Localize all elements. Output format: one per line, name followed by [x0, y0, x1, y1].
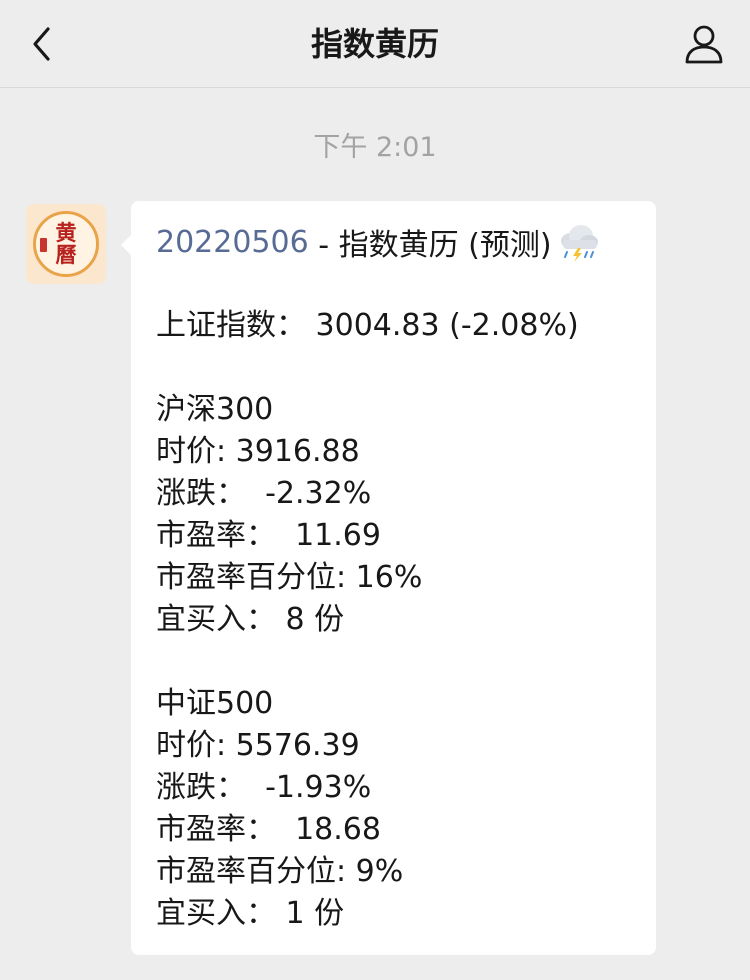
- message-title: - 指数黄历 (预测): [308, 228, 552, 263]
- csi500-price: 时价: 5576.39: [156, 728, 360, 763]
- person-icon: [685, 25, 723, 64]
- sender-avatar[interactable]: 黄 曆: [26, 204, 106, 284]
- chat-screen: 指数黄历 下午 2:01 黄 曆 20220506 - 指数黄历 (预测) 上证…: [0, 0, 750, 980]
- hs300-buy: 宜买入： 8 份: [156, 602, 345, 637]
- avatar-char-top: 黄: [55, 220, 77, 245]
- hs300-pe-percentile: 市盈率百分位: 16%: [156, 560, 423, 595]
- csi500-buy: 宜买入： 1 份: [156, 896, 345, 931]
- avatar-char-bottom: 曆: [55, 242, 77, 267]
- seal-mark: [40, 238, 47, 252]
- message-header: 20220506 - 指数黄历 (预测): [156, 221, 634, 263]
- csi500-change: 涨跌： -1.93%: [156, 770, 372, 805]
- hs300-change: 涨跌： -2.32%: [156, 476, 372, 511]
- csi500-name: 中证500: [156, 686, 274, 721]
- sse-index-line: 上证指数： 3004.83 (-2.08%): [156, 308, 579, 343]
- csi500-pe-percentile: 市盈率百分位: 9%: [156, 854, 404, 889]
- profile-button[interactable]: [680, 20, 728, 68]
- message-bubble[interactable]: 20220506 - 指数黄历 (预测) 上证指数： 3004.83 (-2.0…: [121, 201, 656, 955]
- csi500-pe: 市盈率： 18.68: [156, 812, 381, 847]
- hs300-pe: 市盈率： 11.69: [156, 518, 381, 553]
- thunderstorm-rain-icon: [560, 225, 598, 262]
- date-link[interactable]: 20220506: [156, 225, 309, 260]
- hs300-price: 时价: 3916.88: [156, 434, 360, 469]
- huangli-logo: 黄 曆: [33, 211, 99, 277]
- navigation-bar: 指数黄历: [0, 0, 750, 88]
- hs300-name: 沪深300: [156, 392, 274, 427]
- message-timestamp: 下午 2:01: [313, 132, 437, 163]
- chat-title: 指数黄历: [310, 25, 439, 63]
